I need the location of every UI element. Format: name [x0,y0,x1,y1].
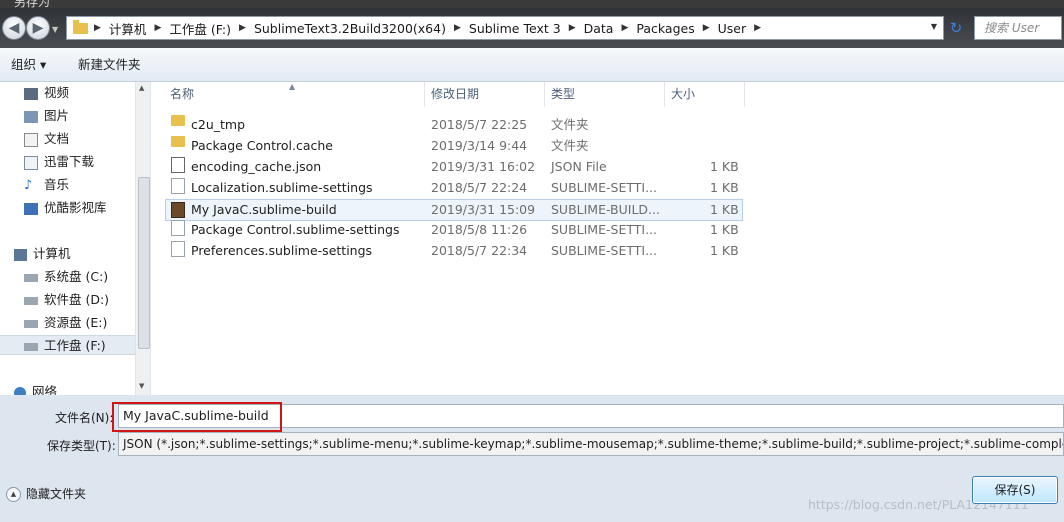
nav-item-documents[interactable]: 文档 [24,129,69,149]
nav-item-youku[interactable]: 优酷影视库 [24,198,107,218]
history-dropdown-icon[interactable]: ▼ [52,25,62,35]
nav-item-music[interactable]: ♪ 音乐 [24,175,69,195]
nav-item-drive-e[interactable]: 资源盘 (E:) [24,313,107,333]
file-list: ▲ 名称 修改日期 类型 大小 c2u_tmp 2018/5/7 22:25 文… [151,82,1064,395]
chevron-right-icon[interactable]: ▶ [454,23,461,33]
save-button[interactable]: 保存(S) [972,476,1058,504]
youku-icon [24,202,38,215]
download-icon [24,155,38,170]
window-title: 另存为 [14,0,51,8]
computer-icon [14,248,27,261]
filetype-label: 保存类型(T): [47,439,116,453]
organize-button[interactable]: 组织 ▾ [11,56,46,74]
scroll-up-icon[interactable]: ▲ [139,84,144,92]
picture-icon [24,110,38,123]
network-icon [14,386,26,395]
nav-item-drive-f[interactable]: 工作盘 (F:) [0,335,135,355]
breadcrumb-item[interactable]: SublimeText3.2Build3200(x64) [254,21,446,36]
filetype-select[interactable]: JSON (*.json;*.sublime-settings;*.sublim… [118,432,1064,456]
address-bar[interactable]: ▶ 计算机 ▶ 工作盘 (F:) ▶ SublimeText3.2Build32… [66,16,944,40]
column-header-date[interactable]: 修改日期 [425,82,545,107]
column-header-type[interactable]: 类型 [545,82,665,107]
chevron-right-icon[interactable]: ▶ [154,23,161,33]
file-row[interactable]: Localization.sublime-settings 2018/5/7 2… [165,178,741,198]
sublime-build-file-icon [171,202,185,218]
drive-icon [24,319,38,328]
nav-item-xunlei-downloads[interactable]: 迅雷下载 [24,152,94,172]
address-row: ◀ ▶ ▼ ▶ 计算机 ▶ 工作盘 (F:) ▶ SublimeText3.2B… [0,8,1064,48]
breadcrumb-item[interactable]: Data [584,21,614,36]
highlight-annotation [112,402,282,432]
new-folder-button[interactable]: 新建文件夹 [78,56,141,74]
hide-folders-button[interactable]: ▲ 隐藏文件夹 [6,486,86,502]
window-title-bar: 另存为 [0,0,1064,8]
column-header-size[interactable]: 大小 [665,82,745,107]
document-icon [171,241,185,257]
navigation-pane: 视频 图片 文档 迅雷下载 ♪ 音乐 优酷影视库 计算机 系统盘 (C:) 软件盘… [0,82,150,395]
folder-icon [171,115,185,126]
breadcrumb-item[interactable]: User [718,21,747,36]
address-dropdown-icon[interactable]: ▼ [931,22,937,31]
scroll-down-icon[interactable]: ▼ [139,382,144,390]
file-row[interactable]: c2u_tmp 2018/5/7 22:25 文件夹 [165,115,741,135]
breadcrumb-item[interactable]: 工作盘 (F:) [169,19,231,38]
file-row-selected[interactable]: My JavaC.sublime-build 2019/3/31 15:09 S… [165,199,743,221]
filename-label: 文件名(N): [55,411,114,425]
back-button[interactable]: ◀ [2,16,26,40]
chevron-right-icon[interactable]: ▶ [754,23,761,33]
chevron-right-icon[interactable]: ▶ [239,23,246,33]
chevron-right-icon[interactable]: ▶ [94,23,101,33]
toolbar: 组织 ▾ 新建文件夹 [0,48,1064,82]
file-row[interactable]: Package Control.cache 2019/3/14 9:44 文件夹 [165,136,741,156]
chevron-right-icon[interactable]: ▶ [621,23,628,33]
nav-item-computer[interactable]: 计算机 [14,244,71,264]
file-row[interactable]: Package Control.sublime-settings 2018/5/… [165,220,741,240]
nav-item-drive-d[interactable]: 软件盘 (D:) [24,290,109,310]
refresh-icon[interactable]: ↻ [946,17,966,39]
file-row[interactable]: Preferences.sublime-settings 2018/5/7 22… [165,241,741,261]
breadcrumb-item[interactable]: Sublime Text 3 [469,21,561,36]
document-icon [171,178,185,194]
folder-icon [171,136,185,147]
drive-icon [24,296,38,305]
nav-scrollbar[interactable]: ▲ ▼ [135,82,150,395]
breadcrumb-item[interactable]: 计算机 [109,19,147,38]
nav-item-network[interactable]: 网络 [14,382,57,395]
drive-icon [24,273,38,282]
file-row[interactable]: encoding_cache.json 2019/3/31 16:02 JSON… [165,157,741,177]
nav-item-drive-c[interactable]: 系统盘 (C:) [24,267,108,287]
column-header-name[interactable]: 名称 [165,82,425,107]
nav-item-pictures[interactable]: 图片 [24,106,69,126]
video-icon [24,87,38,100]
forward-button[interactable]: ▶ [26,16,50,40]
scroll-thumb[interactable] [138,177,150,349]
drive-icon [24,342,38,351]
json-file-icon [171,157,185,173]
chevron-right-icon[interactable]: ▶ [703,23,710,33]
breadcrumb-item[interactable]: Packages [636,21,694,36]
chevron-right-icon[interactable]: ▶ [569,23,576,33]
music-icon: ♪ [24,177,33,193]
document-icon [171,220,185,236]
nav-item-videos[interactable]: 视频 [24,83,69,103]
folder-icon [73,19,88,34]
search-input[interactable]: 搜索 User [974,16,1062,40]
chevron-up-icon: ▲ [6,487,21,502]
document-icon [24,132,38,147]
